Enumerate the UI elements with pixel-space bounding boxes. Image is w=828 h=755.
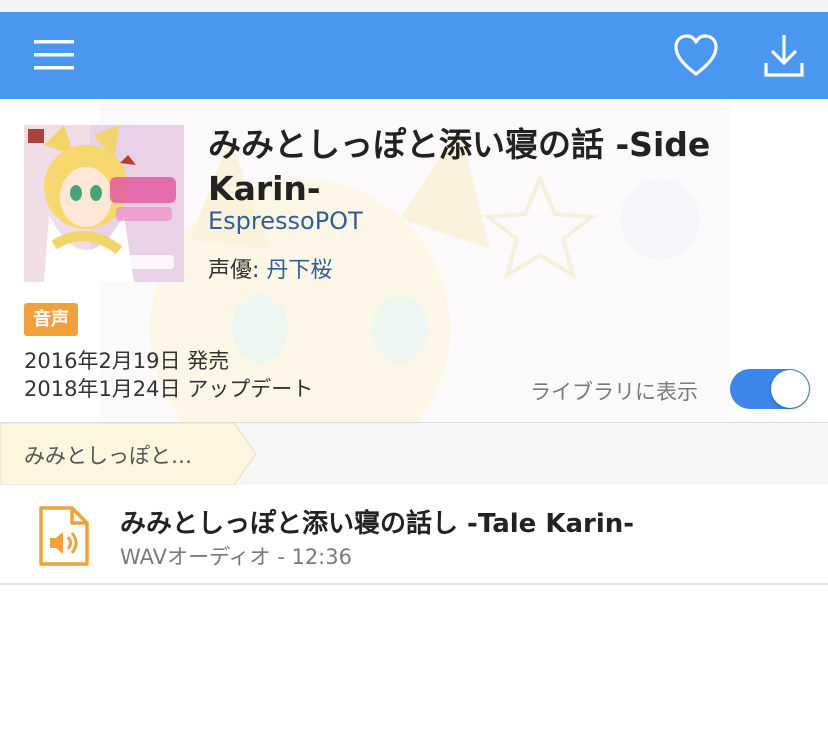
dates-block: 2016年2月19日 発売 2018年1月24日 アップデート — [24, 347, 313, 403]
library-visibility-toggle[interactable] — [730, 369, 810, 409]
cover-thumbnail — [24, 125, 184, 282]
top-bar — [0, 12, 828, 99]
release-date: 2016年2月19日 発売 — [24, 349, 230, 373]
audio-file-icon — [39, 506, 89, 566]
hamburger-menu-icon — [34, 40, 74, 70]
library-visibility-label: ライブラリに表示 — [530, 380, 698, 404]
file-list-item[interactable]: みみとしっぽと添い寝の話し -Tale Karin- WAVオーディオ - 12… — [0, 485, 828, 585]
work-title: みみとしっぽと添い寝の話 -Side Karin- — [208, 125, 711, 208]
menu-button[interactable] — [26, 32, 82, 78]
favorite-button[interactable] — [668, 30, 724, 80]
download-icon — [764, 35, 804, 77]
toggle-knob — [771, 370, 809, 408]
update-date: 2018年1月24日 アップデート — [24, 377, 314, 401]
category-badge: 音声 — [24, 303, 78, 336]
download-button[interactable] — [756, 30, 812, 82]
heart-icon — [674, 34, 718, 76]
circle-link[interactable]: EspressoPOT — [208, 207, 363, 235]
voice-actor-row: 声優: 丹下桜 — [208, 252, 332, 284]
file-name: みみとしっぽと添い寝の話し -Tale Karin- — [120, 509, 635, 539]
voice-actor-label: 声優: — [208, 258, 267, 283]
breadcrumb-item-label[interactable]: みみとしっぽと… — [24, 440, 192, 470]
breadcrumb: みみとしっぽと… — [0, 422, 828, 486]
file-meta: WAVオーディオ - 12:36 — [120, 545, 352, 569]
work-header: みみとしっぽと添い寝の話 -Side Karin- EspressoPOT 声優… — [0, 99, 828, 422]
voice-actor-link[interactable]: 丹下桜 — [266, 258, 332, 283]
